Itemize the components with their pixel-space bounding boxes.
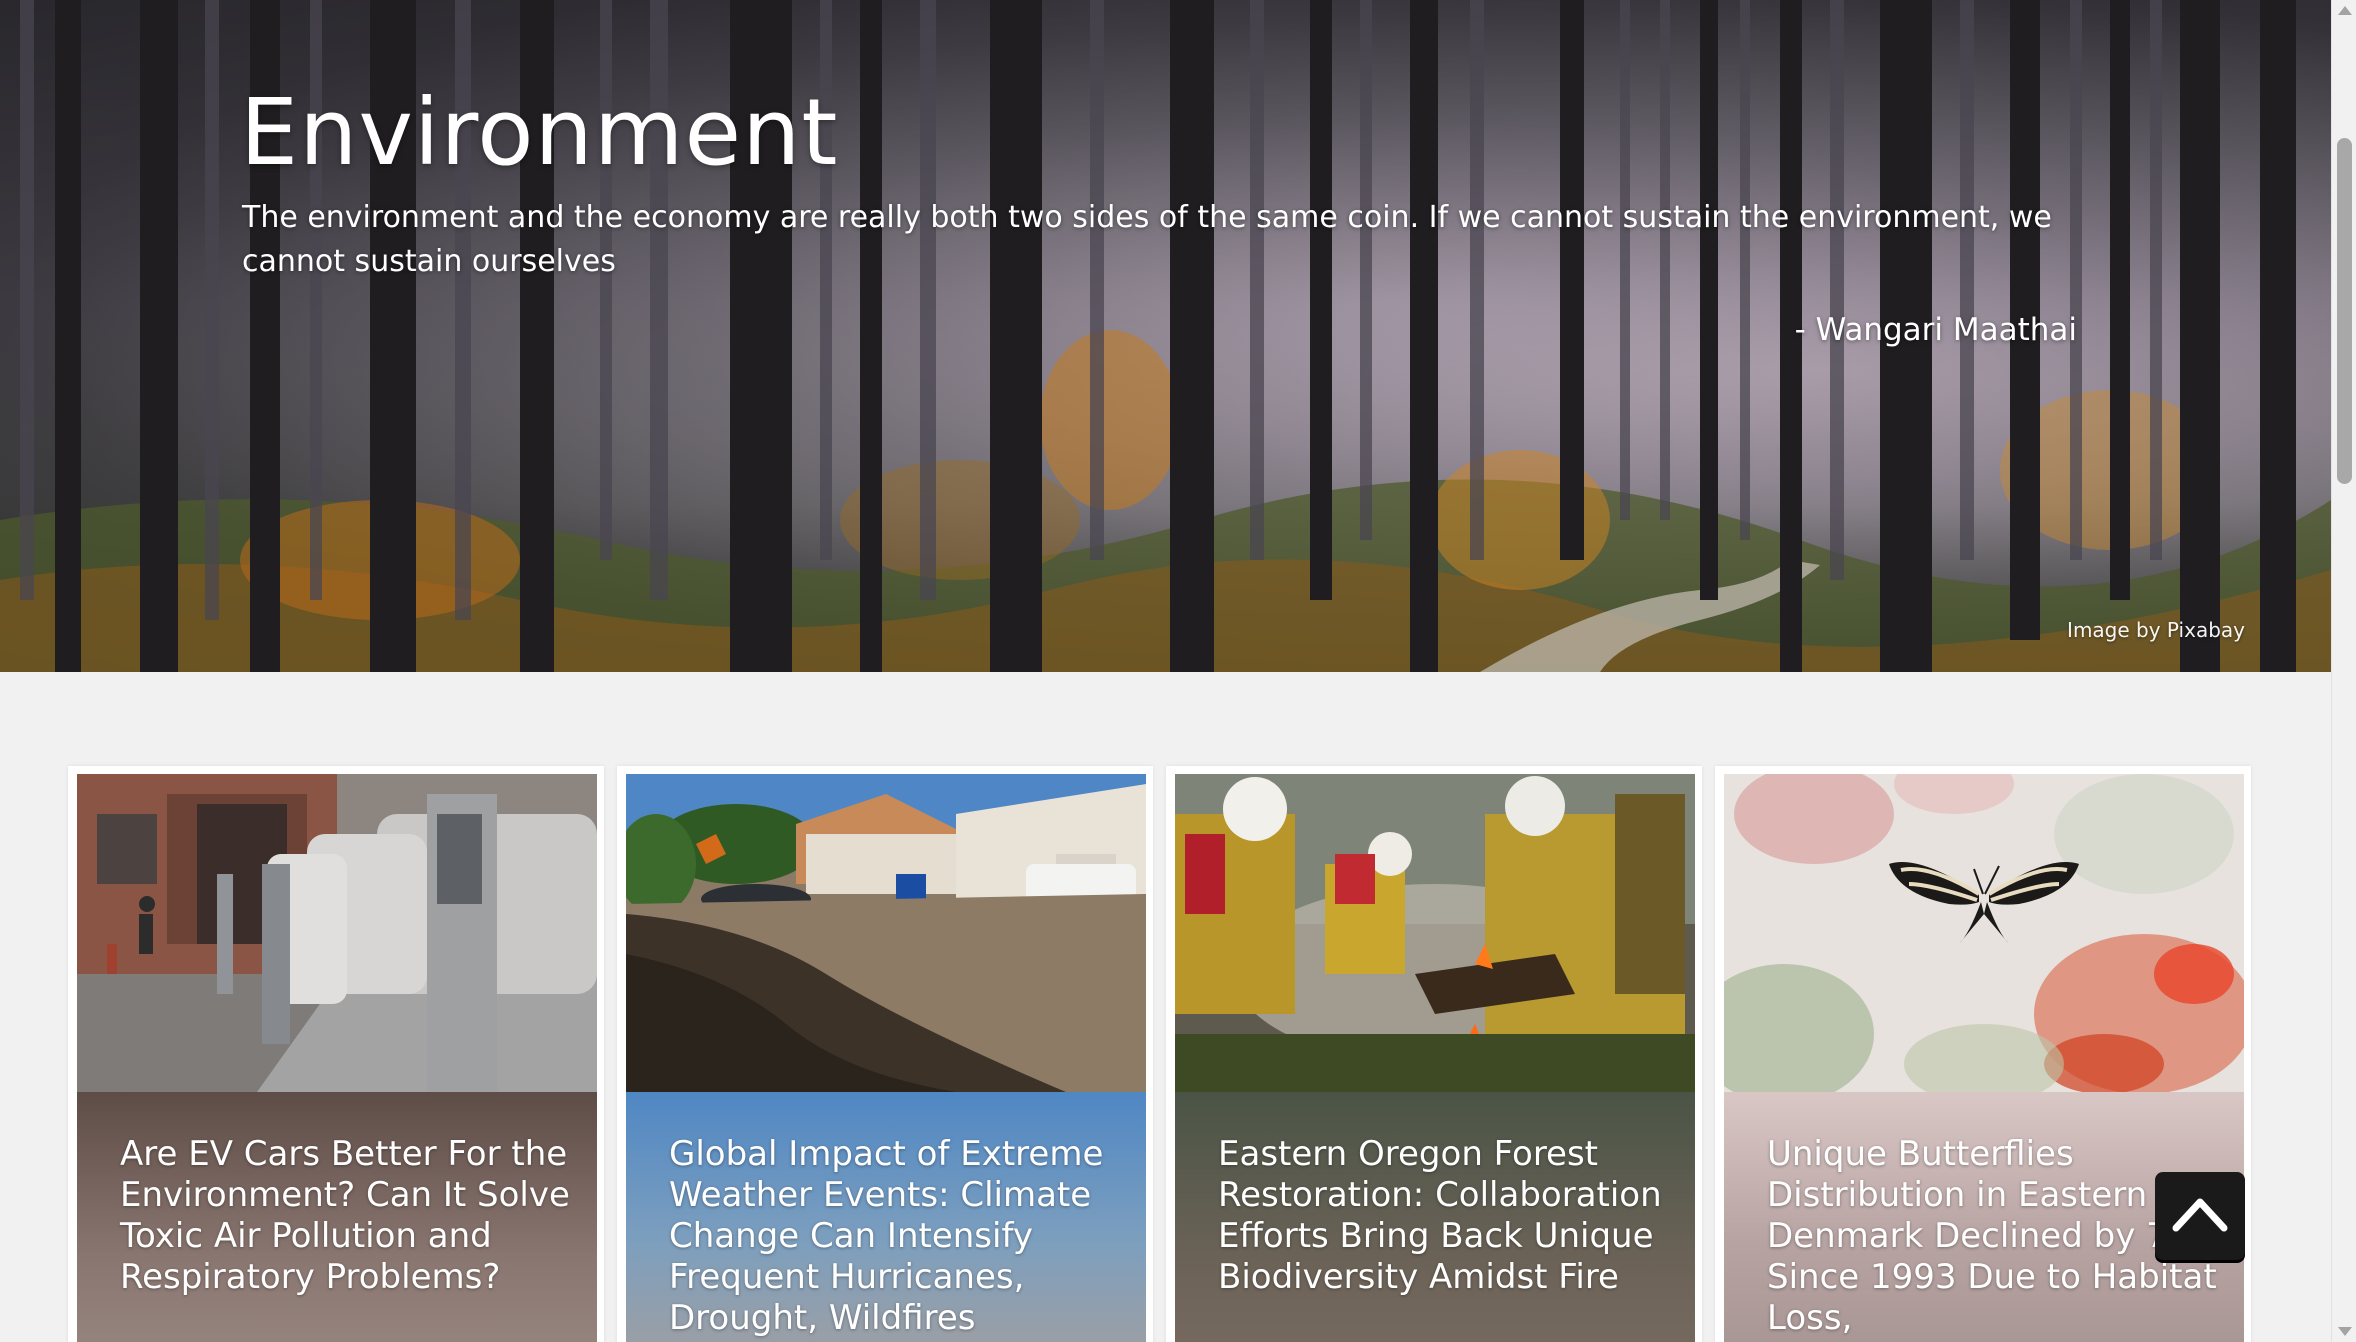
article-thumbnail[interactable]: [626, 774, 1146, 1092]
image-credit: Image by Pixabay: [2067, 618, 2245, 642]
article-card-grid: Are EV Cars Better For the Environment? …: [68, 766, 2254, 1342]
scroll-up-arrow-icon[interactable]: [2338, 6, 2352, 15]
quote-author: - Wangari Maathai: [1794, 312, 2077, 348]
page-title: Environment: [240, 79, 839, 186]
article-card[interactable]: Global Impact of Extreme Weather Events:…: [617, 766, 1153, 1342]
article-title[interactable]: Global Impact of Extreme Weather Events:…: [669, 1134, 1129, 1339]
storm-damage-photo: [626, 774, 1146, 1092]
article-thumbnail[interactable]: [1724, 774, 2244, 1092]
scroll-down-arrow-icon[interactable]: [2338, 1327, 2352, 1336]
vertical-scrollbar[interactable]: [2331, 0, 2356, 1342]
article-thumbnail[interactable]: [1175, 774, 1695, 1092]
ev-charging-photo: [77, 774, 597, 1092]
page: Environment The environment and the econ…: [0, 0, 2356, 1342]
back-to-top-button[interactable]: [2155, 1172, 2245, 1260]
firefighters-photo: [1175, 774, 1695, 1092]
hero-banner: Environment The environment and the econ…: [0, 0, 2331, 672]
scrollbar-thumb[interactable]: [2337, 138, 2352, 484]
article-thumbnail[interactable]: [77, 774, 597, 1092]
article-card[interactable]: Are EV Cars Better For the Environment? …: [68, 766, 604, 1342]
hero-quote: The environment and the economy are real…: [242, 200, 2052, 279]
chevron-up-icon: [2172, 1198, 2228, 1232]
butterfly-photo: [1724, 774, 2244, 1092]
article-title[interactable]: Eastern Oregon Forest Restoration: Colla…: [1218, 1134, 1678, 1298]
article-title[interactable]: Are EV Cars Better For the Environment? …: [120, 1134, 580, 1298]
article-card[interactable]: Eastern Oregon Forest Restoration: Colla…: [1166, 766, 1702, 1342]
